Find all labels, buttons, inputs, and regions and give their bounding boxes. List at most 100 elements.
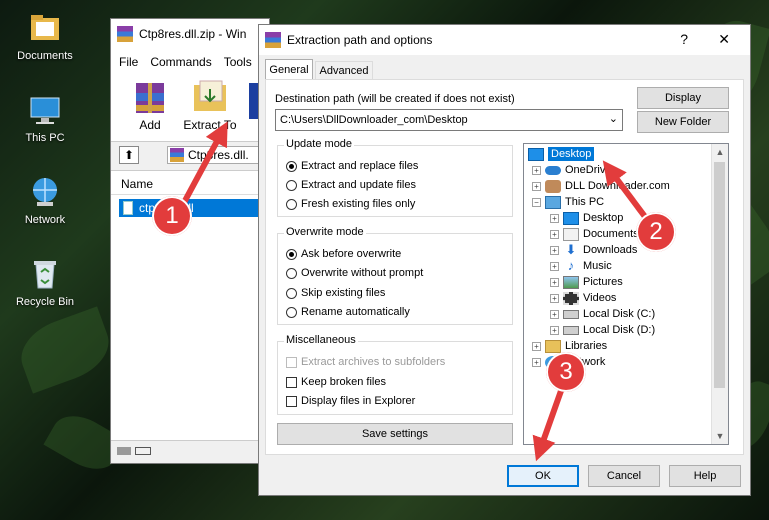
tab-advanced-label: Advanced [319, 64, 369, 77]
radio-skip-existing[interactable]: Skip existing files [286, 285, 385, 301]
expand-icon[interactable]: + [550, 277, 559, 287]
collapse-icon[interactable]: − [532, 197, 541, 207]
cancel-button[interactable]: Cancel [588, 465, 660, 487]
up-folder-button[interactable]: ⬆ [119, 146, 139, 164]
tree-item-pictures[interactable]: + Pictures [550, 274, 623, 290]
tree-scrollbar[interactable]: ▲ ▼ [711, 144, 728, 444]
tree-item-downloads[interactable]: + ⬇ Downloads [550, 242, 637, 258]
radio-label: Skip existing files [301, 287, 386, 299]
radio-overwrite-without[interactable]: Overwrite without prompt [286, 265, 423, 281]
save-settings-label: Save settings [361, 428, 429, 440]
radio-ask-before[interactable]: Ask before overwrite [286, 246, 401, 262]
tree-item-label: Local Disk (C:) [583, 308, 656, 320]
scroll-thumb[interactable] [714, 162, 725, 388]
libraries-icon [545, 339, 561, 353]
expand-icon[interactable]: + [550, 229, 559, 239]
tree-item-local-disk-d[interactable]: + Local Disk (D:) [550, 322, 655, 338]
callout-2: 2 [636, 212, 676, 252]
radio-indicator [286, 267, 297, 279]
user-icon [545, 179, 561, 193]
menu-tools[interactable]: Tools [224, 55, 252, 73]
menu-file[interactable]: File [119, 55, 138, 73]
expand-icon[interactable]: + [550, 293, 559, 303]
tree-item-videos[interactable]: + Videos [550, 290, 616, 306]
computer-icon [545, 195, 561, 209]
folder-tree[interactable]: Desktop + OneDrive + DLL Downloader.com … [523, 143, 729, 445]
expand-icon[interactable]: + [550, 325, 559, 335]
tree-item-music[interactable]: + ♪ Music [550, 258, 612, 274]
destination-path-combo[interactable]: C:\Users\DllDownloader_com\Desktop ⌄ [275, 109, 623, 131]
tree-item-desktop[interactable]: + Desktop [550, 210, 623, 226]
checkbox-indicator [286, 356, 297, 368]
radio-indicator [286, 160, 297, 172]
radio-indicator [286, 306, 297, 318]
checkbox-display-explorer[interactable]: Display files in Explorer [286, 393, 415, 409]
radio-label: Extract and replace files [301, 160, 419, 172]
new-folder-button-label: New Folder [654, 116, 712, 128]
column-header-name[interactable]: Name [111, 177, 271, 195]
desktop-icon-recycle-bin[interactable]: Recycle Bin [0, 256, 90, 308]
tree-item-user[interactable]: + DLL Downloader.com [532, 178, 670, 194]
radio-extract-replace[interactable]: Extract and replace files [286, 158, 418, 174]
tree-item-onedrive[interactable]: + OneDrive [532, 162, 611, 178]
dll-file-icon [123, 201, 133, 215]
leaf-decoration [12, 306, 118, 394]
expand-icon[interactable]: + [532, 181, 541, 191]
path-field[interactable]: Ctp8res.dll. [167, 146, 271, 164]
radio-label: Rename automatically [301, 306, 410, 318]
help-button[interactable]: Help [669, 465, 741, 487]
film-icon [563, 291, 579, 305]
display-button[interactable]: Display [637, 87, 729, 109]
toolbar-add-button[interactable]: Add [119, 79, 181, 133]
desktop-icon-network[interactable]: Network [0, 174, 90, 226]
extract-folder-icon [194, 80, 226, 111]
menu-commands[interactable]: Commands [150, 55, 211, 73]
tab-advanced[interactable]: Advanced [315, 61, 373, 79]
radio-indicator [286, 287, 297, 299]
save-settings-button[interactable]: Save settings [277, 423, 513, 445]
close-icon[interactable]: ✕ [718, 31, 730, 48]
destination-label: Destination path (will be created if doe… [275, 93, 515, 105]
winrar-title: Ctp8res.dll.zip - Win [139, 27, 247, 41]
tree-item-label: OneDrive [565, 164, 612, 176]
toolbar-extract-to-button[interactable]: Extract To [179, 79, 241, 133]
cancel-button-label: Cancel [606, 470, 642, 482]
checkbox-keep-broken[interactable]: Keep broken files [286, 374, 386, 390]
expand-icon[interactable]: + [550, 309, 559, 319]
expand-icon[interactable]: + [550, 245, 559, 255]
desktop-icon-label: Recycle Bin [15, 296, 75, 308]
checkbox-label: Keep broken files [301, 376, 386, 388]
radio-rename-auto[interactable]: Rename automatically [286, 304, 410, 320]
desktop-icon-this-pc[interactable]: This PC [0, 92, 90, 144]
ok-button[interactable]: OK [507, 465, 579, 487]
cloud-icon [545, 165, 561, 175]
chevron-down-icon[interactable]: ⌄ [609, 112, 618, 125]
radio-fresh-existing[interactable]: Fresh existing files only [286, 196, 415, 212]
tab-general[interactable]: General [265, 59, 313, 79]
tree-item-local-disk-c[interactable]: + Local Disk (C:) [550, 306, 655, 322]
dialog-titlebar: Extraction path and options ? ✕ [259, 25, 750, 55]
radio-extract-update[interactable]: Extract and update files [286, 177, 416, 193]
checkbox-label: Extract archives to subfolders [301, 356, 446, 368]
desktop-icon-documents[interactable]: Documents [0, 10, 90, 62]
tree-item-this-pc[interactable]: − This PC [532, 194, 604, 210]
desktop-icon-label: Network [24, 214, 66, 226]
overwrite-mode-group: Overwrite mode Ask before overwrite Over… [277, 226, 513, 325]
expand-icon[interactable]: + [532, 357, 541, 367]
expand-icon[interactable]: + [532, 341, 541, 351]
radio-label: Ask before overwrite [301, 248, 402, 260]
scroll-down-icon[interactable]: ▼ [712, 428, 728, 444]
expand-icon[interactable]: + [532, 165, 541, 175]
help-title-button[interactable]: ? [680, 31, 688, 47]
tree-item-documents[interactable]: + Documents [550, 226, 639, 242]
extraction-dialog: Extraction path and options ? ✕ General … [258, 24, 751, 496]
scroll-up-icon[interactable]: ▲ [712, 144, 728, 160]
expand-icon[interactable]: + [550, 261, 559, 271]
expand-icon[interactable]: + [550, 213, 559, 223]
new-folder-button[interactable]: New Folder [637, 111, 729, 133]
tree-item-desktop-root[interactable]: Desktop [528, 146, 595, 162]
archive-icon [170, 148, 184, 162]
download-arrow-icon: ⬇ [565, 241, 577, 257]
drive-icon [117, 447, 131, 455]
radio-indicator [286, 248, 297, 260]
